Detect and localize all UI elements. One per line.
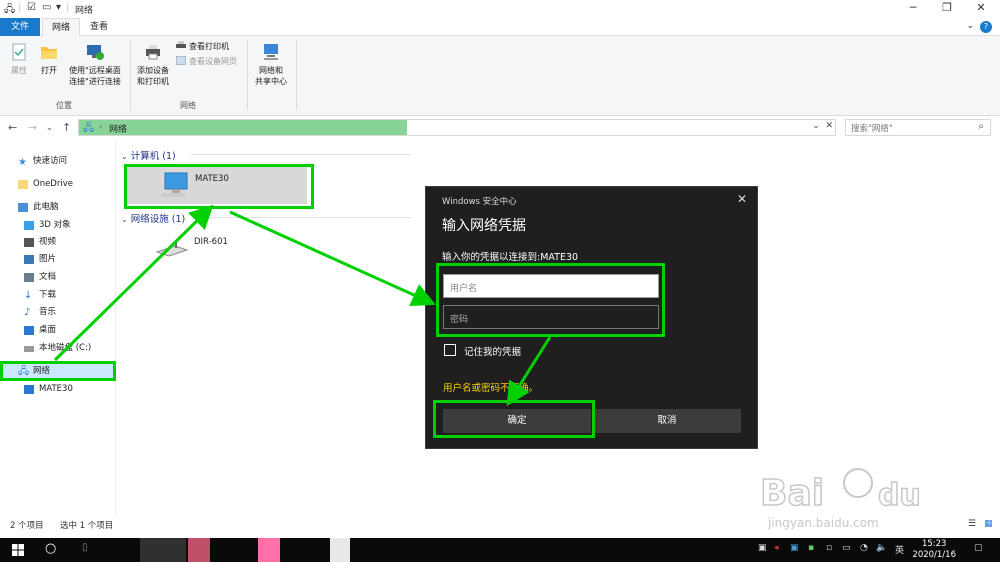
clock[interactable]: 15:23 2020/1/16 bbox=[912, 539, 956, 561]
arrow-credentials-to-ok bbox=[506, 336, 552, 407]
svg-text:Bai: Bai bbox=[760, 473, 824, 514]
volume-icon[interactable]: 🔈 bbox=[876, 543, 887, 553]
tray-app-icon[interactable]: ▫ bbox=[826, 543, 832, 553]
tray-arrow-icon[interactable]: ◂ bbox=[774, 543, 779, 553]
item-count: 2 个项目 bbox=[10, 521, 44, 531]
arrow-nav-to-computer bbox=[53, 204, 214, 362]
taskbar-app[interactable] bbox=[188, 538, 210, 562]
svg-text:jingyan.baidu.com: jingyan.baidu.com bbox=[767, 516, 879, 530]
battery-icon[interactable]: ▭ bbox=[842, 543, 851, 553]
ime-indicator[interactable]: 英 bbox=[895, 543, 904, 556]
svg-text:du: du bbox=[878, 478, 921, 513]
wifi-icon[interactable]: ◔ bbox=[860, 543, 868, 553]
tray-app-icon[interactable]: ▣ bbox=[790, 543, 799, 553]
clock-time: 15:23 bbox=[921, 539, 947, 549]
arrow-computer-to-dialog bbox=[229, 210, 436, 307]
tray-app-icon[interactable]: ▪ bbox=[808, 543, 814, 553]
baidu-watermark: Bai du jingyan.baidu.com bbox=[760, 468, 922, 530]
taskbar-app[interactable] bbox=[258, 538, 280, 562]
clock-date: 2020/1/16 bbox=[912, 550, 956, 560]
search-circle-icon[interactable]: ○ bbox=[45, 541, 56, 556]
tray-app-icon[interactable]: ▣ bbox=[758, 543, 767, 553]
taskbar-app[interactable] bbox=[140, 538, 186, 562]
large-icons-view-icon[interactable]: ▦ bbox=[984, 519, 993, 529]
taskbar: ○ ▯ ▣ ◂ ▣ ▪ ▫ ▭ ◔ 🔈 英 15:23 2020/1/16 ▢ bbox=[0, 538, 1000, 562]
windows-start-icon[interactable] bbox=[12, 544, 24, 556]
notification-icon[interactable]: ▢ bbox=[974, 543, 983, 553]
taskbar-app[interactable] bbox=[330, 538, 350, 562]
selected-count: 选中 1 个项目 bbox=[60, 521, 114, 531]
task-view-icon[interactable]: ▯ bbox=[82, 542, 88, 553]
